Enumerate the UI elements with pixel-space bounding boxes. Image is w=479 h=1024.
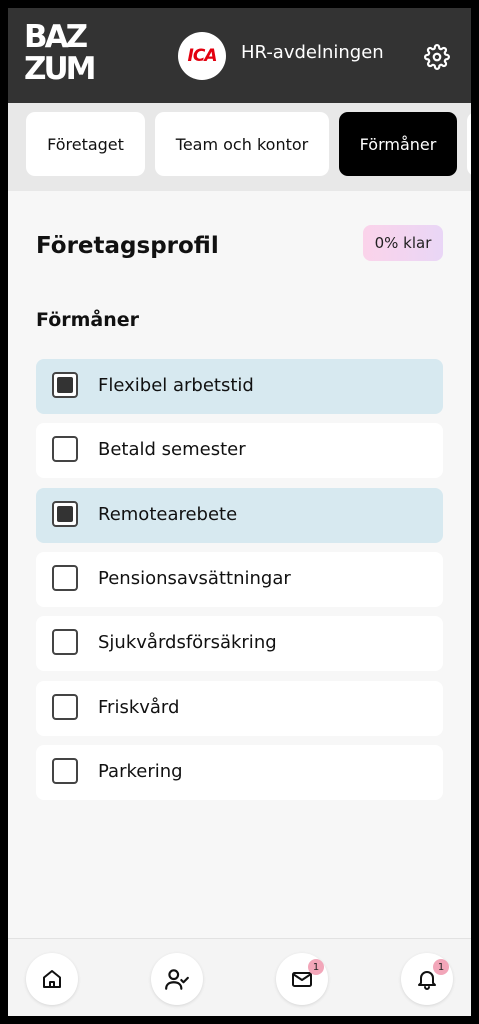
header: BAZ ZUM ICA HR-avdelningen bbox=[8, 8, 471, 103]
nav-candidates-button[interactable] bbox=[151, 953, 203, 1005]
checkbox[interactable] bbox=[52, 501, 78, 527]
bazzum-logo[interactable]: BAZ ZUM bbox=[24, 19, 97, 88]
benefit-label: Pensionsavsättningar bbox=[98, 568, 291, 589]
checkbox[interactable] bbox=[52, 565, 78, 591]
section-title: Förmåner bbox=[36, 309, 140, 331]
tab-team-och-kontor[interactable]: Team och kontor bbox=[155, 112, 329, 176]
logo-line-1: BAZ bbox=[24, 19, 88, 55]
checkbox[interactable] bbox=[52, 758, 78, 784]
home-icon bbox=[43, 970, 61, 988]
checkbox[interactable] bbox=[52, 694, 78, 720]
nav-notifications-button[interactable]: 1 bbox=[401, 953, 453, 1005]
benefit-item-pensionsavsattningar[interactable]: Pensionsavsättningar bbox=[36, 552, 443, 607]
benefit-item-friskvard[interactable]: Friskvård bbox=[36, 681, 443, 736]
benefit-item-remotearebete[interactable]: Remotearebete bbox=[36, 488, 443, 543]
benefit-label: Sjukvårdsförsäkring bbox=[98, 632, 277, 653]
benefit-label: Remotearebete bbox=[98, 504, 238, 525]
benefit-label: Friskvård bbox=[98, 697, 180, 718]
checkbox-fill bbox=[57, 377, 73, 393]
company-logo: ICA bbox=[178, 32, 226, 80]
nav-messages-button[interactable]: 1 bbox=[276, 953, 328, 1005]
benefit-label: Parkering bbox=[98, 761, 183, 782]
notifications-badge: 1 bbox=[433, 959, 449, 975]
benefit-item-flexibel-arbetstid[interactable]: Flexibel arbetstid bbox=[36, 359, 443, 414]
tab-formaner[interactable]: Förmåner bbox=[339, 112, 457, 176]
user-check-icon bbox=[165, 969, 189, 990]
messages-badge: 1 bbox=[308, 959, 324, 975]
tab-foretaget[interactable]: Företaget bbox=[26, 112, 145, 176]
tabs-bar: Företaget Team och kontor Förmåner bbox=[8, 103, 471, 191]
company-logo-text: ICA bbox=[187, 46, 218, 66]
logo-line-2: ZUM bbox=[24, 51, 97, 87]
checkbox[interactable] bbox=[52, 372, 78, 398]
benefit-label: Betald semester bbox=[98, 439, 246, 460]
checkbox[interactable] bbox=[52, 629, 78, 655]
benefit-item-sjukvardsforsakring[interactable]: Sjukvårdsförsäkring bbox=[36, 616, 443, 671]
checkbox[interactable] bbox=[52, 436, 78, 462]
settings-button[interactable] bbox=[420, 40, 454, 74]
nav-home-button[interactable] bbox=[26, 953, 78, 1005]
department-name: HR-avdelningen bbox=[241, 42, 384, 63]
benefit-item-parkering[interactable]: Parkering bbox=[36, 745, 443, 800]
benefit-label: Flexibel arbetstid bbox=[98, 375, 254, 396]
gear-icon bbox=[424, 44, 450, 70]
page-title: Företagsprofil bbox=[36, 233, 219, 259]
bottom-nav: 1 1 bbox=[8, 938, 471, 1016]
benefit-item-betald-semester[interactable]: Betald semester bbox=[36, 423, 443, 478]
app-frame: BAZ ZUM ICA HR-avdelningen Företaget Tea… bbox=[8, 8, 471, 1016]
progress-badge: 0% klar bbox=[363, 225, 443, 261]
tab-next-partial[interactable] bbox=[467, 112, 471, 176]
checkbox-fill bbox=[57, 506, 73, 522]
